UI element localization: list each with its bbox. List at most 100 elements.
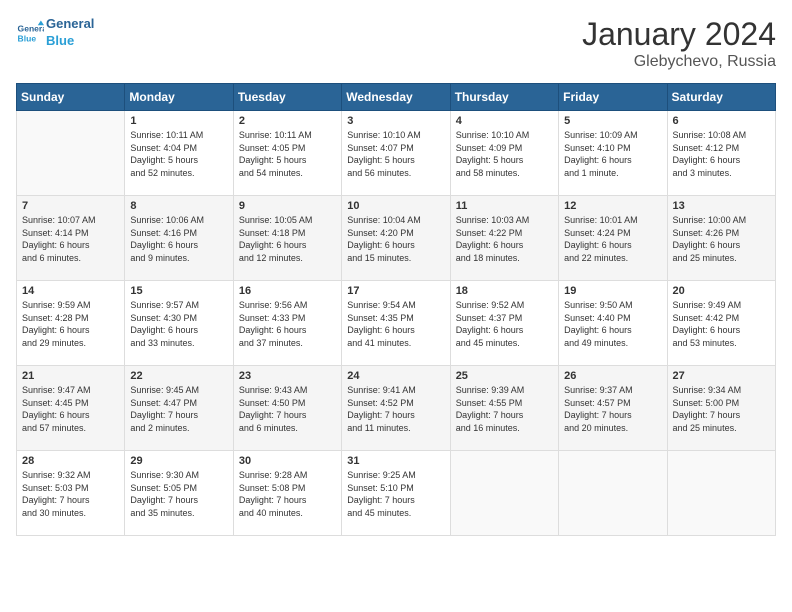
day-info: Sunrise: 10:00 AM Sunset: 4:26 PM Daylig… [673,214,770,264]
day-number: 31 [347,455,444,467]
calendar-cell: 30Sunrise: 9:28 AM Sunset: 5:08 PM Dayli… [233,451,341,536]
calendar-week: 28Sunrise: 9:32 AM Sunset: 5:03 PM Dayli… [17,451,776,536]
day-info: Sunrise: 9:32 AM Sunset: 5:03 PM Dayligh… [22,469,119,519]
day-number: 20 [673,285,770,297]
calendar-cell: 8Sunrise: 10:06 AM Sunset: 4:16 PM Dayli… [125,196,233,281]
calendar-cell: 4 Sunrise: 10:10 AM Sunset: 4:09 PM Dayli… [450,111,558,196]
calendar-cell: 3 Sunrise: 10:10 AM Sunset: 4:07 PM Dayli… [342,111,450,196]
day-info: Sunrise: 9:45 AM Sunset: 4:47 PM Dayligh… [130,384,227,434]
month-title: January 2024 [582,16,776,53]
calendar-cell: 6 Sunrise: 10:08 AM Sunset: 4:12 PM Dayli… [667,111,775,196]
day-info: Sunrise: 9:39 AM Sunset: 4:55 PM Dayligh… [456,384,553,434]
calendar-cell: 22Sunrise: 9:45 AM Sunset: 4:47 PM Dayli… [125,366,233,451]
day-info: Sunrise: 10:10 AM Sunset: 4:07 PM Daylig… [347,129,444,179]
calendar-cell: 2 Sunrise: 10:11 AM Sunset: 4:05 PM Dayli… [233,111,341,196]
day-info: Sunrise: 10:08 AM Sunset: 4:12 PM Daylig… [673,129,770,179]
calendar-cell: 17Sunrise: 9:54 AM Sunset: 4:35 PM Dayli… [342,281,450,366]
calendar-cell [559,451,667,536]
logo: General Blue General Blue [16,16,94,50]
calendar-cell: 20 Sunrise: 9:49 AM Sunset: 4:42 PM Dayli… [667,281,775,366]
calendar-cell: 25 Sunrise: 9:39 AM Sunset: 4:55 PM Dayli… [450,366,558,451]
day-number: 26 [564,370,661,382]
day-info: Sunrise: 10:11 AM Sunset: 4:05 PM Daylig… [239,129,336,179]
day-info: Sunrise: 9:37 AM Sunset: 4:57 PM Dayligh… [564,384,661,434]
calendar-cell: 14 Sunrise: 9:59 AM Sunset: 4:28 PM Dayli… [17,281,125,366]
weekday-header: Thursday [450,84,558,111]
calendar-cell: 5 Sunrise: 10:09 AM Sunset: 4:10 PM Dayli… [559,111,667,196]
calendar-cell [17,111,125,196]
day-number: 18 [456,285,553,297]
day-number: 13 [673,200,770,212]
calendar-week: 7 Sunrise: 10:07 AM Sunset: 4:14 PM Dayli… [17,196,776,281]
day-number: 14 [22,285,119,297]
day-info: Sunrise: 9:52 AM Sunset: 4:37 PM Dayligh… [456,299,553,349]
calendar-week: 14 Sunrise: 9:59 AM Sunset: 4:28 PM Dayli… [17,281,776,366]
day-number: 7 [22,200,119,212]
calendar-table: SundayMondayTuesdayWednesdayThursdayFrid… [16,83,776,536]
calendar-cell: 24 Sunrise: 9:41 AM Sunset: 4:52 PM Dayli… [342,366,450,451]
day-number: 4 [456,115,553,127]
day-info: Sunrise: 9:59 AM Sunset: 4:28 PM Dayligh… [22,299,119,349]
day-info: Sunrise: 10:10 AM Sunset: 4:09 PM Daylig… [456,129,553,179]
calendar-cell: 28Sunrise: 9:32 AM Sunset: 5:03 PM Dayli… [17,451,125,536]
calendar-cell: 10Sunrise: 10:04 AM Sunset: 4:20 PM Dayl… [342,196,450,281]
calendar-cell: 27Sunrise: 9:34 AM Sunset: 5:00 PM Dayli… [667,366,775,451]
day-info: Sunrise: 9:54 AM Sunset: 4:35 PM Dayligh… [347,299,444,349]
weekday-header: Tuesday [233,84,341,111]
day-number: 12 [564,200,661,212]
calendar-cell: 29 Sunrise: 9:30 AM Sunset: 5:05 PM Dayli… [125,451,233,536]
day-number: 16 [239,285,336,297]
day-info: Sunrise: 9:30 AM Sunset: 5:05 PM Dayligh… [130,469,227,519]
day-number: 27 [673,370,770,382]
calendar-cell: 26 Sunrise: 9:37 AM Sunset: 4:57 PM Dayli… [559,366,667,451]
day-info: Sunrise: 10:09 AM Sunset: 4:10 PM Daylig… [564,129,661,179]
day-info: Sunrise: 10:07 AM Sunset: 4:14 PM Daylig… [22,214,119,264]
day-number: 10 [347,200,444,212]
day-number: 25 [456,370,553,382]
calendar-week: 21 Sunrise: 9:47 AM Sunset: 4:45 PM Dayli… [17,366,776,451]
day-info: Sunrise: 9:41 AM Sunset: 4:52 PM Dayligh… [347,384,444,434]
calendar-cell: 23Sunrise: 9:43 AM Sunset: 4:50 PM Dayli… [233,366,341,451]
day-number: 29 [130,455,227,467]
day-number: 30 [239,455,336,467]
calendar-cell: 16 Sunrise: 9:56 AM Sunset: 4:33 PM Dayli… [233,281,341,366]
weekday-header: Monday [125,84,233,111]
calendar-header: SundayMondayTuesdayWednesdayThursdayFrid… [17,84,776,111]
calendar-cell: 7 Sunrise: 10:07 AM Sunset: 4:14 PM Dayli… [17,196,125,281]
logo-blue: Blue [46,33,94,50]
day-number: 8 [130,200,227,212]
page-header: General Blue General Blue January 2024 G… [16,16,776,71]
day-number: 15 [130,285,227,297]
day-number: 21 [22,370,119,382]
calendar-cell: 12 Sunrise: 10:01 AM Sunset: 4:24 PM Dayl… [559,196,667,281]
day-number: 24 [347,370,444,382]
logo-general: General [46,16,94,33]
calendar-cell: 18 Sunrise: 9:52 AM Sunset: 4:37 PM Dayli… [450,281,558,366]
weekday-header: Saturday [667,84,775,111]
day-info: Sunrise: 9:47 AM Sunset: 4:45 PM Dayligh… [22,384,119,434]
day-number: 19 [564,285,661,297]
weekday-header: Wednesday [342,84,450,111]
day-info: Sunrise: 9:49 AM Sunset: 4:42 PM Dayligh… [673,299,770,349]
calendar-cell: 1 Sunrise: 10:11 AM Sunset: 4:04 PM Dayli… [125,111,233,196]
day-number: 2 [239,115,336,127]
day-number: 3 [347,115,444,127]
day-info: Sunrise: 10:01 AM Sunset: 4:24 PM Daylig… [564,214,661,264]
calendar-week: 1 Sunrise: 10:11 AM Sunset: 4:04 PM Dayli… [17,111,776,196]
day-info: Sunrise: 10:11 AM Sunset: 4:04 PM Daylig… [130,129,227,179]
day-info: Sunrise: 9:56 AM Sunset: 4:33 PM Dayligh… [239,299,336,349]
calendar-cell: 11Sunrise: 10:03 AM Sunset: 4:22 PM Dayl… [450,196,558,281]
calendar-cell: 13 Sunrise: 10:00 AM Sunset: 4:26 PM Dayl… [667,196,775,281]
day-number: 23 [239,370,336,382]
day-info: Sunrise: 10:05 AM Sunset: 4:18 PM Daylig… [239,214,336,264]
calendar-cell [450,451,558,536]
day-number: 6 [673,115,770,127]
day-number: 5 [564,115,661,127]
weekday-header: Sunday [17,84,125,111]
weekday-header: Friday [559,84,667,111]
calendar-cell: 15Sunrise: 9:57 AM Sunset: 4:30 PM Dayli… [125,281,233,366]
title-block: January 2024 Glebychevo, Russia [582,16,776,71]
day-number: 1 [130,115,227,127]
day-info: Sunrise: 9:50 AM Sunset: 4:40 PM Dayligh… [564,299,661,349]
calendar-cell: 9Sunrise: 10:05 AM Sunset: 4:18 PM Dayli… [233,196,341,281]
